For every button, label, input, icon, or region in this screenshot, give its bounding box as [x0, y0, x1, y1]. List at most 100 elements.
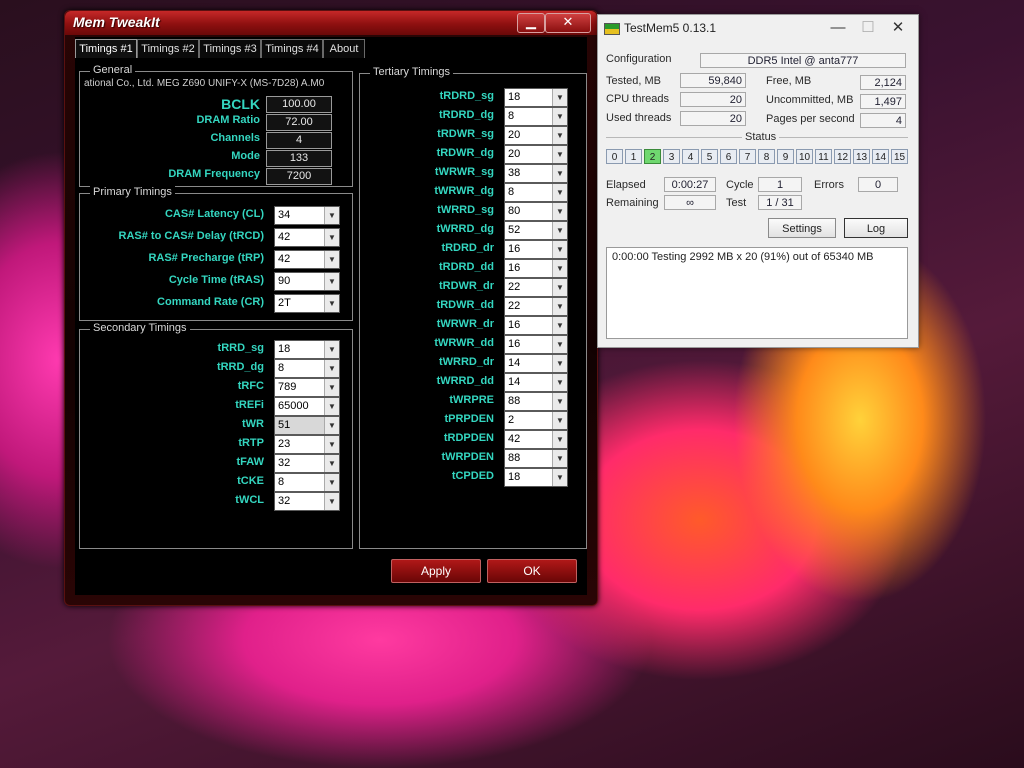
chevron-down-icon[interactable]: ▼: [552, 146, 567, 163]
chevron-down-icon[interactable]: ▼: [324, 251, 339, 268]
chevron-down-icon[interactable]: ▼: [324, 207, 339, 224]
twrpre-select[interactable]: 88 ▼: [504, 392, 568, 411]
test-label: Test: [726, 197, 747, 209]
twrpden-select[interactable]: 88 ▼: [504, 449, 568, 468]
trdrd-dg-value: 8: [508, 110, 515, 122]
chevron-down-icon[interactable]: ▼: [552, 412, 567, 429]
log-button[interactable]: Log: [844, 218, 908, 238]
chevron-down-icon[interactable]: ▼: [552, 336, 567, 353]
cl-select[interactable]: 34 ▼: [274, 206, 340, 225]
cr-select[interactable]: 2T ▼: [274, 294, 340, 313]
settings-button[interactable]: Settings: [768, 218, 836, 238]
minimize-button[interactable]: ▁: [517, 13, 545, 33]
trdrd-sg-select[interactable]: 18 ▼: [504, 88, 568, 107]
tfaw-select[interactable]: 32 ▼: [274, 454, 340, 473]
trp-select[interactable]: 42 ▼: [274, 250, 340, 269]
tras-select[interactable]: 90 ▼: [274, 272, 340, 291]
twrrd-dd-select[interactable]: 14 ▼: [504, 373, 568, 392]
close-button[interactable]: ✕: [884, 17, 912, 39]
twrrd-sg-value: 80: [508, 205, 521, 217]
trdwr-sg-select[interactable]: 20 ▼: [504, 126, 568, 145]
tab-timings-2[interactable]: Timings #2: [137, 39, 199, 58]
chevron-down-icon[interactable]: ▼: [324, 398, 339, 415]
chevron-down-icon[interactable]: ▼: [552, 222, 567, 239]
chevron-down-icon[interactable]: ▼: [552, 127, 567, 144]
cycle-value: 1: [758, 177, 802, 192]
twcl-select[interactable]: 32 ▼: [274, 492, 340, 511]
trefi-select[interactable]: 65000 ▼: [274, 397, 340, 416]
chevron-down-icon[interactable]: ▼: [552, 431, 567, 448]
trfc-select[interactable]: 789 ▼: [274, 378, 340, 397]
trtp-select[interactable]: 23 ▼: [274, 435, 340, 454]
chevron-down-icon[interactable]: ▼: [324, 417, 339, 434]
twr-select[interactable]: 51 ▼: [274, 416, 340, 435]
trdrd-dg-select[interactable]: 8 ▼: [504, 107, 568, 126]
twrpre-value: 88: [508, 395, 521, 407]
minimize-button[interactable]: —: [824, 17, 852, 39]
chevron-down-icon[interactable]: ▼: [552, 165, 567, 182]
close-button[interactable]: ✕: [545, 13, 591, 33]
chevron-down-icon[interactable]: ▼: [552, 108, 567, 125]
chevron-down-icon[interactable]: ▼: [324, 273, 339, 290]
twrrd-dr-select[interactable]: 14 ▼: [504, 354, 568, 373]
chevron-down-icon[interactable]: ▼: [552, 89, 567, 106]
chevron-down-icon[interactable]: ▼: [552, 203, 567, 220]
chevron-down-icon[interactable]: ▼: [324, 455, 339, 472]
tab-timings-4[interactable]: Timings #4: [261, 39, 323, 58]
pages-value: 4: [860, 113, 906, 128]
status-cell-13: 13: [853, 149, 870, 164]
title-bar[interactable]: Mem TweakIt ▁ ✕: [65, 11, 597, 35]
general-legend: General: [90, 64, 136, 76]
twrwr-dd-select[interactable]: 16 ▼: [504, 335, 568, 354]
bclk-label: BCLK: [221, 96, 260, 112]
twrwr-dg-select[interactable]: 8 ▼: [504, 183, 568, 202]
trdrd-dd-select[interactable]: 16 ▼: [504, 259, 568, 278]
trdwr-dd-label: tRDWR_dd: [436, 299, 494, 311]
chevron-down-icon[interactable]: ▼: [552, 355, 567, 372]
trcd-select[interactable]: 42 ▼: [274, 228, 340, 247]
trrd-dg-select[interactable]: 8 ▼: [274, 359, 340, 378]
chevron-down-icon[interactable]: ▼: [324, 379, 339, 396]
trdwr-dd-select[interactable]: 22 ▼: [504, 297, 568, 316]
trdpden-select[interactable]: 42 ▼: [504, 430, 568, 449]
chevron-down-icon[interactable]: ▼: [552, 374, 567, 391]
log-output[interactable]: 0:00:00 Testing 2992 MB x 20 (91%) out o…: [606, 247, 908, 339]
chevron-down-icon[interactable]: ▼: [324, 436, 339, 453]
ok-button[interactable]: OK: [487, 559, 577, 583]
tprpden-select[interactable]: 2 ▼: [504, 411, 568, 430]
tab-timings-1[interactable]: Timings #1: [75, 39, 137, 58]
trtp-label: tRTP: [238, 437, 264, 449]
chevron-down-icon[interactable]: ▼: [552, 393, 567, 410]
twrwr-sg-select[interactable]: 38 ▼: [504, 164, 568, 183]
chevron-down-icon[interactable]: ▼: [552, 450, 567, 467]
tab-timings-3[interactable]: Timings #3: [199, 39, 261, 58]
trdrd-dr-select[interactable]: 16 ▼: [504, 240, 568, 259]
maximize-button[interactable]: ☐: [854, 17, 882, 39]
trrd-sg-select[interactable]: 18 ▼: [274, 340, 340, 359]
tcpded-select[interactable]: 18 ▼: [504, 468, 568, 487]
chevron-down-icon[interactable]: ▼: [552, 279, 567, 296]
twrwr-dr-select[interactable]: 16 ▼: [504, 316, 568, 335]
twrrd-dg-select[interactable]: 52 ▼: [504, 221, 568, 240]
chevron-down-icon[interactable]: ▼: [324, 341, 339, 358]
bclk-value: 100.00: [266, 96, 332, 113]
chevron-down-icon[interactable]: ▼: [552, 241, 567, 258]
tab-about[interactable]: About: [323, 39, 365, 58]
trdwr-dg-select[interactable]: 20 ▼: [504, 145, 568, 164]
channels-label: Channels: [210, 132, 260, 144]
status-cell-9: 9: [777, 149, 794, 164]
chevron-down-icon[interactable]: ▼: [324, 493, 339, 510]
trdwr-dr-select[interactable]: 22 ▼: [504, 278, 568, 297]
chevron-down-icon[interactable]: ▼: [552, 298, 567, 315]
chevron-down-icon[interactable]: ▼: [552, 469, 567, 486]
chevron-down-icon[interactable]: ▼: [324, 229, 339, 246]
chevron-down-icon[interactable]: ▼: [324, 474, 339, 491]
apply-button[interactable]: Apply: [391, 559, 481, 583]
chevron-down-icon[interactable]: ▼: [552, 184, 567, 201]
chevron-down-icon[interactable]: ▼: [324, 295, 339, 312]
chevron-down-icon[interactable]: ▼: [552, 260, 567, 277]
tcke-select[interactable]: 8 ▼: [274, 473, 340, 492]
chevron-down-icon[interactable]: ▼: [324, 360, 339, 377]
chevron-down-icon[interactable]: ▼: [552, 317, 567, 334]
twrrd-sg-select[interactable]: 80 ▼: [504, 202, 568, 221]
